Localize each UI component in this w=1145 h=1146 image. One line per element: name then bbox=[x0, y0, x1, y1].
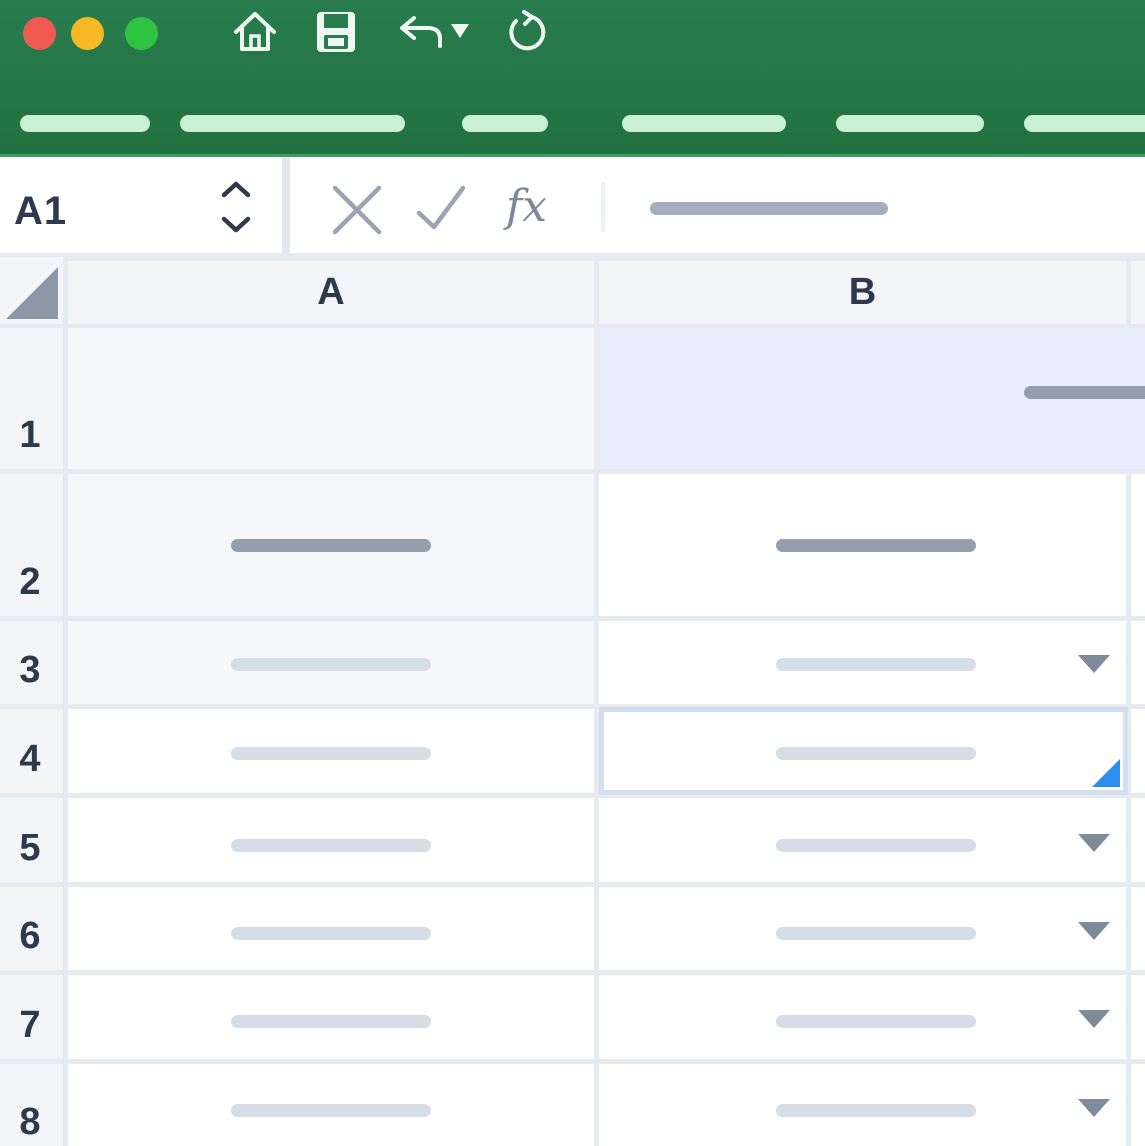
cell-b4[interactable] bbox=[599, 709, 1126, 793]
ribbon-tab[interactable] bbox=[622, 115, 786, 132]
cell-content bbox=[231, 1015, 431, 1028]
cell-content bbox=[1024, 386, 1145, 399]
cell-content bbox=[776, 658, 976, 671]
ribbon-tab[interactable] bbox=[1024, 115, 1145, 132]
cell-content bbox=[231, 927, 431, 940]
row-header-2[interactable]: 2 bbox=[0, 474, 63, 616]
cell-content bbox=[776, 1015, 976, 1028]
row-header-label: 8 bbox=[19, 1101, 41, 1143]
row-header-label: 7 bbox=[19, 1004, 41, 1046]
fill-handle-icon[interactable] bbox=[1092, 759, 1120, 787]
cell-a7[interactable] bbox=[68, 975, 594, 1059]
column-header-label: A bbox=[317, 271, 345, 313]
close-window-button[interactable] bbox=[23, 17, 56, 50]
cell-content bbox=[776, 927, 976, 940]
cell-a4[interactable] bbox=[68, 709, 594, 793]
cell-a3[interactable] bbox=[68, 621, 594, 704]
name-box-divider bbox=[282, 157, 290, 253]
row-header-1[interactable]: 1 bbox=[0, 328, 63, 469]
cancel-icon[interactable] bbox=[330, 183, 384, 237]
row-header-7[interactable]: 7 bbox=[0, 975, 63, 1059]
home-icon[interactable] bbox=[230, 8, 280, 56]
row-header-label: 4 bbox=[19, 738, 41, 780]
dropdown-arrow-icon[interactable] bbox=[1078, 655, 1110, 673]
row-header-label: 5 bbox=[19, 827, 41, 869]
cell-b3[interactable] bbox=[599, 621, 1126, 704]
column-header-c[interactable] bbox=[1131, 261, 1145, 324]
cell-content bbox=[231, 1104, 431, 1117]
spreadsheet-grid: A B 1 2 3 4 5 6 7 8 bbox=[0, 257, 1145, 1146]
column-header-a[interactable]: A bbox=[68, 261, 594, 324]
dropdown-arrow-icon[interactable] bbox=[1078, 1099, 1110, 1117]
cell-b6[interactable] bbox=[599, 887, 1126, 970]
dropdown-arrow-icon[interactable] bbox=[1078, 922, 1110, 940]
undo-icon[interactable] bbox=[396, 8, 446, 56]
chevron-updown-icon[interactable] bbox=[214, 177, 258, 237]
cell-content bbox=[231, 539, 431, 552]
formula-divider bbox=[601, 182, 605, 232]
cell-b5[interactable] bbox=[599, 798, 1126, 882]
cell-a5[interactable] bbox=[68, 798, 594, 882]
cell-content bbox=[776, 1104, 976, 1117]
cell-b8[interactable] bbox=[599, 1064, 1126, 1146]
cell-c7[interactable] bbox=[1131, 975, 1145, 1059]
column-header-label: B bbox=[848, 271, 877, 313]
dropdown-arrow-icon[interactable] bbox=[1078, 834, 1110, 852]
row-header-label: 3 bbox=[19, 649, 41, 691]
dropdown-arrow-icon[interactable] bbox=[1078, 1010, 1110, 1028]
cell-c5[interactable] bbox=[1131, 798, 1145, 882]
ribbon-tab[interactable] bbox=[180, 115, 405, 132]
cell-c4[interactable] bbox=[1131, 709, 1145, 793]
cell-a8[interactable] bbox=[68, 1064, 594, 1146]
row-header-5[interactable]: 5 bbox=[0, 798, 63, 882]
undo-dropdown-icon[interactable] bbox=[449, 20, 471, 42]
cell-c6[interactable] bbox=[1131, 887, 1145, 970]
cell-c2[interactable] bbox=[1131, 474, 1145, 616]
select-all-triangle-icon bbox=[6, 267, 58, 319]
name-box[interactable]: A1 bbox=[0, 157, 282, 253]
cell-content bbox=[231, 747, 431, 760]
confirm-icon[interactable] bbox=[414, 183, 468, 233]
cell-b7[interactable] bbox=[599, 975, 1126, 1059]
row-header-label: 2 bbox=[19, 561, 41, 603]
zoom-window-button[interactable] bbox=[125, 17, 158, 50]
cell-a1[interactable] bbox=[68, 328, 594, 469]
ribbon-tab[interactable] bbox=[20, 115, 150, 132]
minimize-window-button[interactable] bbox=[71, 17, 104, 50]
cell-c3[interactable] bbox=[1131, 621, 1145, 704]
formula-input[interactable] bbox=[650, 202, 888, 215]
row-header-3[interactable]: 3 bbox=[0, 621, 63, 704]
cell-content bbox=[231, 839, 431, 852]
row-header-label: 1 bbox=[19, 414, 41, 456]
row-header-8[interactable]: 8 bbox=[0, 1064, 63, 1146]
cell-content bbox=[776, 747, 976, 760]
ribbon-tab[interactable] bbox=[836, 115, 984, 132]
save-icon[interactable] bbox=[312, 8, 360, 56]
redo-icon[interactable] bbox=[504, 8, 552, 56]
function-icon[interactable]: fx bbox=[506, 181, 547, 232]
row-header-4[interactable]: 4 bbox=[0, 709, 63, 793]
ribbon-tab[interactable] bbox=[462, 115, 548, 132]
cell-content bbox=[776, 839, 976, 852]
formula-bar: A1 fx bbox=[0, 157, 1145, 257]
title-bar bbox=[0, 0, 1145, 157]
row-header-6[interactable]: 6 bbox=[0, 887, 63, 970]
cell-content bbox=[776, 539, 976, 552]
select-all-corner[interactable] bbox=[0, 257, 63, 324]
name-box-value: A1 bbox=[14, 189, 68, 233]
cell-b2[interactable] bbox=[599, 474, 1126, 616]
cell-a2[interactable] bbox=[68, 474, 594, 616]
column-header-b[interactable]: B bbox=[599, 261, 1126, 324]
cell-c8[interactable] bbox=[1131, 1064, 1145, 1146]
cell-b1[interactable] bbox=[599, 328, 1145, 469]
cell-content bbox=[231, 658, 431, 671]
cell-a6[interactable] bbox=[68, 887, 594, 970]
row-header-label: 6 bbox=[19, 915, 41, 957]
